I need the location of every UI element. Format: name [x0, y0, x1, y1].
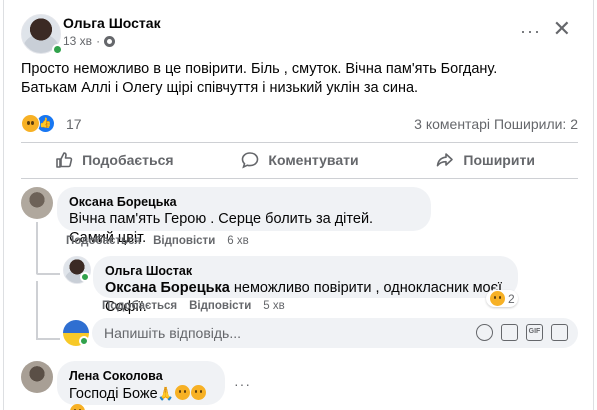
reply-like-button[interactable]: Подобається: [102, 300, 177, 312]
emoji-icon[interactable]: [476, 324, 493, 341]
globe-icon: [104, 35, 116, 47]
comment-text: Господі Боже: [69, 386, 158, 402]
comment-time[interactable]: 6 хв: [227, 235, 248, 247]
reply-time[interactable]: 5 хв: [263, 300, 284, 312]
comment-button[interactable]: Коментувати: [207, 144, 393, 176]
comment-bubble: Оксана Борецька Вічна пам'ять Герою . Се…: [57, 187, 431, 246]
post-meta: 13 хв ·: [63, 34, 116, 48]
sad-emoji-icon: [190, 385, 206, 400]
comment-reply-button[interactable]: Відповісти: [153, 235, 215, 247]
reply-bubble: Ольга Шостак Оксана Борецька неможливо п…: [93, 256, 518, 315]
sad-reaction-icon: [490, 291, 505, 306]
like-button[interactable]: Подобається: [21, 144, 207, 176]
post-author[interactable]: Ольга Шостак: [63, 15, 161, 31]
shares-count[interactable]: Поширили: 2: [494, 116, 578, 132]
online-indicator: [79, 336, 89, 346]
input-icons: GIF: [476, 324, 568, 341]
camera-icon[interactable]: [501, 324, 518, 341]
gif-icon[interactable]: GIF: [526, 324, 543, 341]
post-text-line: Просто неможливо в це повірити. Біль , с…: [21, 61, 498, 77]
comment-label: Коментувати: [268, 152, 359, 168]
divider: [21, 142, 578, 143]
sad-emoji-icon: [174, 385, 190, 400]
comments-count[interactable]: 3 коментарі: [414, 116, 490, 132]
comment-like-button[interactable]: Подобається: [66, 235, 141, 247]
comment-author[interactable]: Оксана Борецька: [69, 194, 419, 210]
thread-connector: [36, 338, 60, 340]
share-icon: [437, 153, 454, 167]
post-card: Ольга Шостак 13 хв · ··· ✕ Просто неможл…: [3, 0, 594, 410]
comment-bubble: Лена Соколова Господі Боже🙏: [57, 361, 225, 410]
thread-line: [36, 281, 38, 339]
comment-more-icon[interactable]: ···: [234, 377, 251, 391]
thread-connector: [36, 273, 60, 275]
post-text-line: Батькам Аллі і Олегу щірі співчуття і ни…: [21, 80, 419, 96]
like-label: Подобається: [82, 152, 174, 168]
reply-input[interactable]: Напишіть відповідь... GIF: [92, 318, 578, 348]
crying-emoji-icon: [70, 404, 85, 410]
post-actions: Подобається Коментувати Поширити: [21, 144, 578, 176]
reply-reply-button[interactable]: Відповісти: [189, 300, 251, 312]
reactions-row: 👍 17 3 коментарі Поширили: 2: [21, 114, 578, 134]
close-icon[interactable]: ✕: [553, 18, 571, 40]
share-button[interactable]: Поширити: [392, 144, 578, 176]
commenter-avatar[interactable]: [21, 187, 53, 219]
post-text: Просто неможливо в це повірити. Біль , с…: [21, 60, 581, 98]
reply-mention[interactable]: Оксана Борецька: [105, 280, 230, 296]
reply-author[interactable]: Ольга Шостак: [105, 263, 506, 279]
reply-reaction-count: 2: [508, 291, 515, 306]
comment-actions: Подобається Відповісти 6 хв: [66, 235, 249, 247]
reaction-icons[interactable]: 👍: [21, 114, 55, 133]
reaction-count[interactable]: 17: [66, 116, 82, 132]
reply-reaction-badge[interactable]: 2: [486, 290, 518, 307]
divider: [21, 178, 578, 179]
online-indicator: [52, 44, 63, 55]
reply-actions: Подобається Відповісти 5 хв: [102, 300, 285, 312]
more-icon[interactable]: ···: [520, 22, 541, 40]
share-label: Поширити: [463, 152, 535, 168]
post-time[interactable]: 13 хв: [63, 34, 92, 48]
online-indicator: [80, 272, 90, 282]
sticker-icon[interactable]: [551, 324, 568, 341]
reply-input-placeholder: Напишіть відповідь...: [104, 325, 241, 341]
commenter-avatar[interactable]: [21, 361, 53, 393]
like-icon: [56, 152, 73, 168]
comment-icon: [242, 152, 259, 169]
pray-emoji-icon: 🙏: [157, 386, 174, 401]
comment-author[interactable]: Лена Соколова: [69, 368, 213, 384]
sad-reaction-icon: [21, 114, 40, 133]
thread-line: [36, 222, 38, 274]
